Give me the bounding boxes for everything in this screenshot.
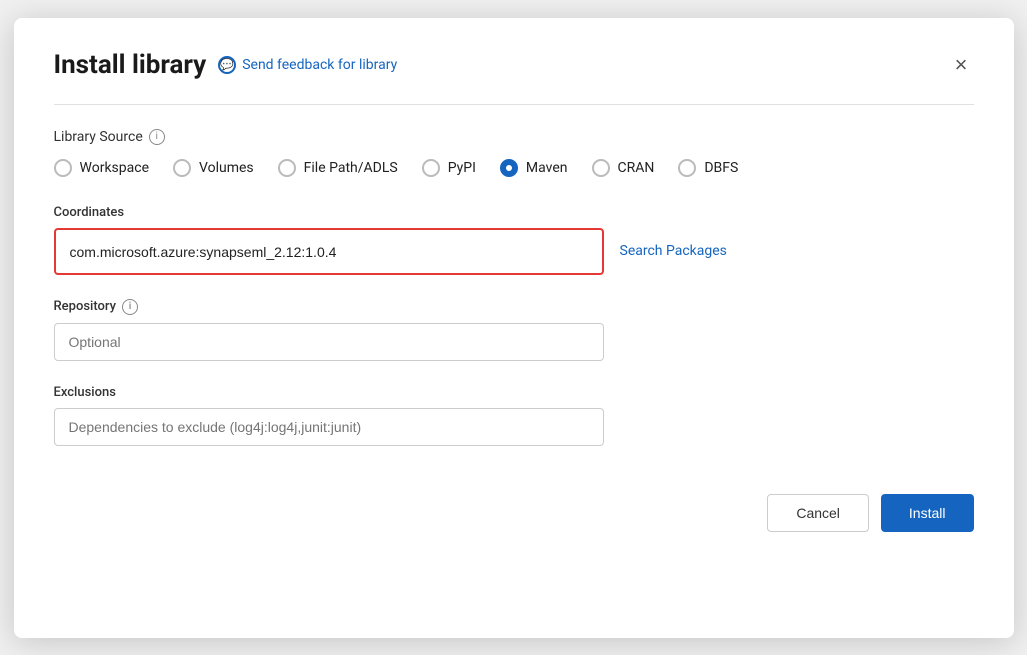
radio-maven[interactable]: Maven	[500, 159, 568, 177]
repository-section: Repository i	[54, 299, 974, 361]
dialog-title: Install library	[54, 50, 207, 80]
radio-circle-cran	[592, 159, 610, 177]
coordinates-row: Search Packages	[54, 228, 974, 275]
radio-circle-workspace	[54, 159, 72, 177]
radio-circle-pypi	[422, 159, 440, 177]
library-source-radio-group: Workspace Volumes File Path/ADLS PyPI Ma…	[54, 159, 974, 177]
radio-filepath[interactable]: File Path/ADLS	[278, 159, 398, 177]
exclusions-section: Exclusions	[54, 385, 974, 446]
radio-label-dbfs: DBFS	[704, 160, 738, 176]
radio-label-workspace: Workspace	[80, 160, 150, 176]
exclusions-input[interactable]	[54, 408, 604, 446]
radio-pypi[interactable]: PyPI	[422, 159, 476, 177]
title-row: Install library 💬 Send feedback for libr…	[54, 50, 398, 80]
repository-label: Repository i	[54, 299, 974, 315]
radio-cran[interactable]: CRAN	[592, 159, 655, 177]
repository-info-icon[interactable]: i	[122, 299, 138, 315]
library-source-info-icon[interactable]: i	[149, 129, 165, 145]
coordinates-label: Coordinates	[54, 205, 974, 220]
radio-label-pypi: PyPI	[448, 160, 476, 176]
radio-label-maven: Maven	[526, 160, 568, 176]
feedback-icon: 💬	[218, 56, 236, 74]
close-button[interactable]: ×	[949, 52, 974, 78]
repository-input[interactable]	[54, 323, 604, 361]
feedback-label: Send feedback for library	[242, 57, 397, 73]
radio-label-volumes: Volumes	[199, 160, 254, 176]
coordinates-input[interactable]	[70, 244, 588, 260]
radio-circle-dbfs	[678, 159, 696, 177]
feedback-link[interactable]: 💬 Send feedback for library	[218, 56, 397, 74]
radio-label-cran: CRAN	[618, 160, 655, 176]
exclusions-label: Exclusions	[54, 385, 974, 400]
coordinates-section: Coordinates Search Packages	[54, 205, 974, 275]
radio-circle-maven	[500, 159, 518, 177]
coordinates-box	[54, 228, 604, 275]
radio-workspace[interactable]: Workspace	[54, 159, 150, 177]
cancel-button[interactable]: Cancel	[767, 494, 869, 532]
header-divider	[54, 104, 974, 105]
radio-volumes[interactable]: Volumes	[173, 159, 254, 177]
radio-circle-filepath	[278, 159, 296, 177]
library-source-label: Library Source i	[54, 129, 974, 145]
radio-label-filepath: File Path/ADLS	[304, 160, 398, 176]
dialog-header: Install library 💬 Send feedback for libr…	[54, 50, 974, 80]
install-button[interactable]: Install	[881, 494, 974, 532]
search-packages-link[interactable]: Search Packages	[620, 243, 727, 259]
install-library-dialog: Install library 💬 Send feedback for libr…	[14, 18, 1014, 638]
radio-circle-volumes	[173, 159, 191, 177]
radio-dbfs[interactable]: DBFS	[678, 159, 738, 177]
dialog-footer: Cancel Install	[54, 494, 974, 532]
